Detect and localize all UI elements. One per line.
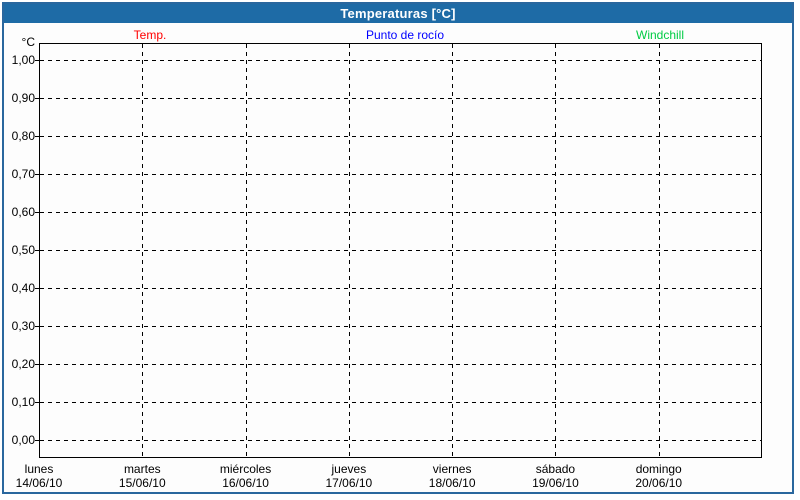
h-gridline bbox=[40, 98, 761, 99]
legend-item-1: Punto de rocío bbox=[365, 28, 445, 42]
y-tick-mark bbox=[35, 174, 39, 175]
v-gridline bbox=[349, 44, 350, 457]
h-gridline bbox=[40, 440, 761, 441]
x-date-label: 14/06/10 bbox=[15, 476, 63, 490]
y-tick-label: 1,00 bbox=[11, 53, 35, 67]
y-axis-unit: °C bbox=[21, 35, 35, 49]
x-day-label: jueves bbox=[331, 462, 367, 476]
x-date-label: 19/06/10 bbox=[532, 476, 579, 490]
v-gridline bbox=[452, 44, 453, 457]
y-tick-label: 0,10 bbox=[11, 395, 35, 409]
x-day-label: domingo bbox=[635, 462, 682, 476]
x-day-label: viernes bbox=[432, 462, 472, 476]
title-bar: Temperaturas [°C] bbox=[4, 4, 792, 23]
h-gridline bbox=[40, 288, 761, 289]
y-tick-mark bbox=[35, 136, 39, 137]
h-gridline bbox=[40, 250, 761, 251]
plot-area bbox=[39, 43, 762, 458]
v-gridline bbox=[659, 44, 660, 457]
y-tick-label: 0,20 bbox=[11, 357, 35, 371]
y-tick-label: 0,00 bbox=[11, 433, 35, 447]
x-date-label: 16/06/10 bbox=[222, 476, 269, 490]
chart-window: Temperaturas [°C] Temp. Punto de rocío Win… bbox=[2, 2, 794, 494]
y-tick-label: 0,90 bbox=[11, 91, 35, 105]
h-gridline bbox=[40, 326, 761, 327]
x-date-label: 15/06/10 bbox=[118, 476, 166, 490]
y-tick-label: 0,60 bbox=[11, 205, 35, 219]
h-gridline bbox=[40, 60, 761, 61]
x-date-label: 17/06/10 bbox=[325, 476, 373, 490]
h-gridline bbox=[40, 212, 761, 213]
v-gridline bbox=[142, 44, 143, 457]
chart-title: Temperaturas [°C] bbox=[340, 6, 456, 21]
x-day-label: miércoles bbox=[219, 462, 272, 476]
x-date-label: 20/06/10 bbox=[635, 476, 683, 490]
x-day-label: sábado bbox=[535, 462, 576, 476]
v-gridline bbox=[246, 44, 247, 457]
x-day-label: lunes bbox=[24, 462, 54, 476]
y-tick-mark bbox=[35, 326, 39, 327]
x-date-label: 18/06/10 bbox=[428, 476, 476, 490]
h-gridline bbox=[40, 136, 761, 137]
y-tick-mark bbox=[35, 402, 39, 403]
y-tick-label: 0,30 bbox=[11, 319, 35, 333]
y-tick-mark bbox=[35, 98, 39, 99]
y-tick-mark bbox=[35, 288, 39, 289]
legend-item-2: Windchill bbox=[635, 28, 685, 42]
h-gridline bbox=[40, 174, 761, 175]
y-tick-mark bbox=[35, 212, 39, 213]
y-tick-mark bbox=[35, 364, 39, 365]
y-tick-mark bbox=[35, 250, 39, 251]
h-gridline bbox=[40, 364, 761, 365]
y-tick-mark bbox=[35, 60, 39, 61]
h-gridline bbox=[40, 402, 761, 403]
v-gridline bbox=[555, 44, 556, 457]
y-tick-label: 0,40 bbox=[11, 281, 35, 295]
y-tick-label: 0,70 bbox=[11, 167, 35, 181]
y-tick-mark bbox=[35, 440, 39, 441]
legend-item-0: Temp. bbox=[133, 28, 167, 42]
y-tick-label: 0,50 bbox=[11, 243, 35, 257]
x-day-label: martes bbox=[123, 462, 161, 476]
y-tick-label: 0,80 bbox=[11, 129, 35, 143]
